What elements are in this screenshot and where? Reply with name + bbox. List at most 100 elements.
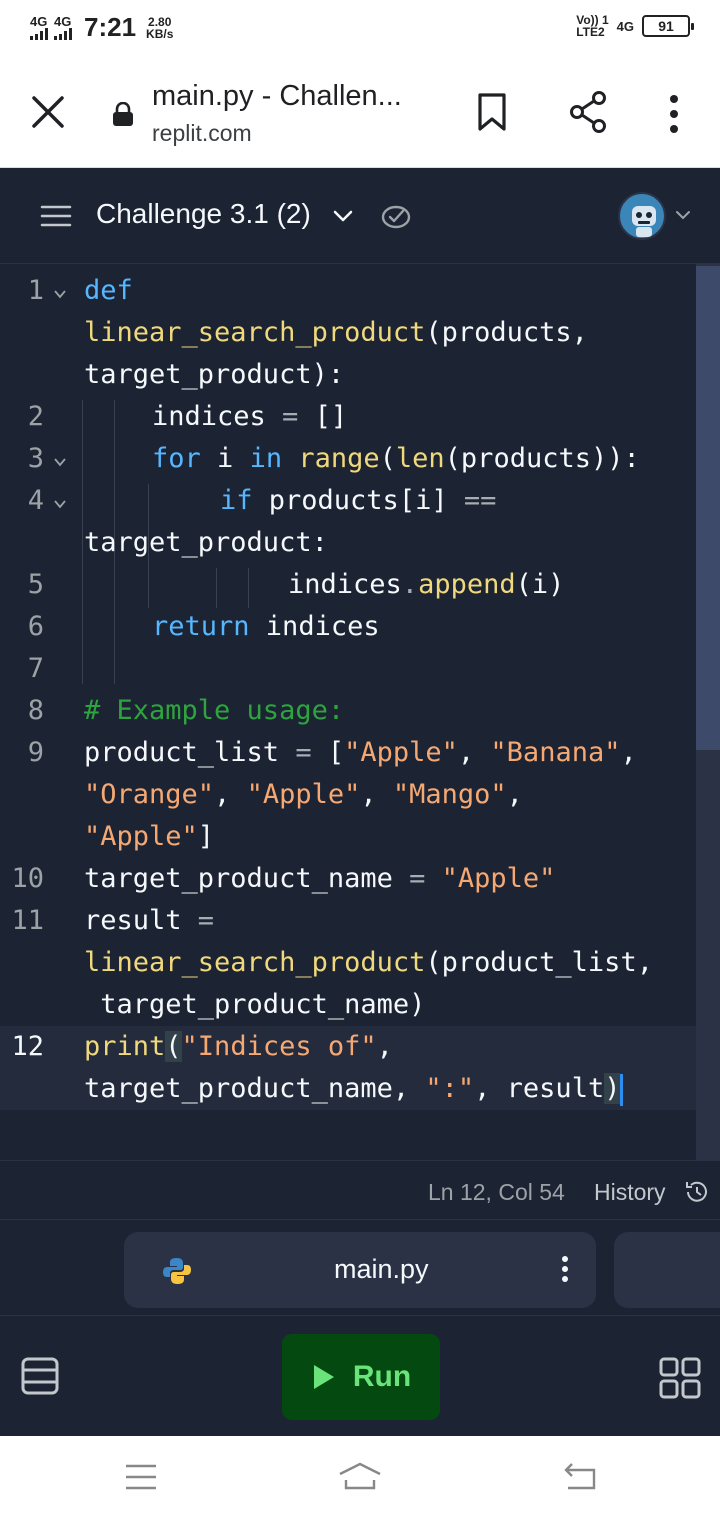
network-speed-unit: KB/s (146, 26, 174, 41)
share-icon[interactable] (568, 90, 608, 134)
code-editor[interactable]: 1 def linear_search_product(products, ta… (0, 264, 720, 1160)
code-text: for i in range(len(products)): (152, 443, 640, 474)
home-icon[interactable] (336, 1460, 384, 1492)
browser-toolbar: main.py - Challen... replit.com (0, 58, 720, 168)
lock-icon[interactable] (112, 102, 134, 126)
line-number: 7 (27, 653, 44, 684)
code-line[interactable]: linear_search_product(product_list, (0, 942, 696, 984)
text-cursor (620, 1073, 624, 1106)
chevron-down-icon[interactable] (674, 208, 692, 222)
network-type-label: 4G (54, 14, 72, 29)
line-number: 5 (27, 569, 44, 600)
code-text: target_product): (84, 359, 345, 390)
avatar[interactable] (618, 192, 666, 240)
chevron-down-icon[interactable] (332, 208, 354, 224)
volte-indicator: Vo)) 1 LTE2 (576, 14, 608, 38)
run-button[interactable]: Run (282, 1334, 440, 1420)
editor-status-bar: Ln 12, Col 54 History (0, 1160, 720, 1220)
lte-label: LTE2 (576, 25, 605, 39)
layout-icon[interactable] (20, 1356, 60, 1396)
code-text: linear_search_product(products, (84, 317, 588, 348)
signal-indicator-1: 4G (30, 15, 48, 40)
signal-bars-icon (54, 28, 72, 40)
code-text: if products[i] == (220, 485, 497, 516)
code-line[interactable]: 7 (0, 648, 696, 690)
code-text: result = (84, 905, 215, 936)
file-tab-bar: main.py (0, 1220, 720, 1316)
line-number: 2 (27, 401, 44, 432)
signal-bars-icon (30, 28, 48, 40)
history-button[interactable]: History (594, 1179, 666, 1206)
line-number: 10 (11, 863, 44, 894)
code-line[interactable]: 5 indices.append(i) (0, 564, 696, 606)
code-line[interactable]: 8 # Example usage: (0, 690, 696, 732)
fold-chevron-icon[interactable] (52, 288, 68, 300)
code-text: linear_search_product(product_list, (84, 947, 653, 978)
code-text: product_list = ["Apple", "Banana", (84, 737, 637, 768)
line-number: 4 (27, 485, 44, 516)
code-line[interactable]: target_product: (0, 522, 696, 564)
page-domain[interactable]: replit.com (152, 120, 252, 147)
code-line[interactable]: 1 def (0, 270, 696, 312)
repl-header: Challenge 3.1 (2) (0, 168, 720, 264)
code-text: target_product_name) (84, 989, 426, 1020)
close-icon[interactable] (30, 94, 66, 130)
code-line[interactable]: 2 indices = [] (0, 396, 696, 438)
play-icon (313, 1365, 334, 1389)
code-line[interactable]: 11 result = (0, 900, 696, 942)
code-line[interactable]: "Apple"] (0, 816, 696, 858)
code-line[interactable]: 6 return indices (0, 606, 696, 648)
code-line-active[interactable]: 12 print("Indices of", (0, 1026, 696, 1068)
line-number: 12 (11, 1031, 44, 1062)
recent-apps-icon[interactable] (124, 1462, 158, 1492)
code-line[interactable]: 3 for i in range(len(products)): (0, 438, 696, 480)
code-text: return indices (152, 611, 380, 642)
line-number: 9 (27, 737, 44, 768)
more-vertical-icon[interactable] (558, 1254, 572, 1284)
code-line[interactable]: 9 product_list = ["Apple", "Banana", (0, 732, 696, 774)
repl-name[interactable]: Challenge 3.1 (2) (96, 198, 311, 230)
back-icon[interactable] (562, 1462, 598, 1492)
code-line[interactable]: 4 if products[i] == (0, 480, 696, 522)
system-navigation-bar (0, 1436, 720, 1520)
line-number: 1 (27, 275, 44, 306)
battery-level: 91 (658, 18, 674, 34)
network-type-label: 4G (30, 14, 48, 29)
code-text: target_product_name, ":", result) (84, 1068, 624, 1110)
code-text: target_product_name = "Apple" (84, 863, 556, 894)
python-icon (163, 1258, 191, 1284)
bottom-toolbar: Run (0, 1316, 720, 1436)
file-tab-label: main.py (334, 1254, 429, 1284)
network-type-label: 4G (616, 18, 634, 34)
editor-scrollbar-thumb[interactable] (696, 266, 720, 750)
code-line[interactable]: 10 target_product_name = "Apple" (0, 858, 696, 900)
code-line[interactable]: "Orange", "Apple", "Mango", (0, 774, 696, 816)
cloud-check-icon[interactable] (380, 202, 412, 230)
fold-chevron-icon[interactable] (52, 456, 68, 468)
code-text: indices = [] (152, 401, 348, 432)
signal-indicator-2: 4G (54, 15, 72, 40)
run-label: Run (352, 1360, 412, 1393)
history-icon[interactable] (684, 1179, 710, 1205)
network-speed: 2.80 KB/s (146, 16, 173, 40)
code-text: "Apple"] (84, 821, 215, 852)
status-bar: 4G 4G 7:21 2.80 KB/s Vo)) 1 LTE2 4G 91 (0, 0, 720, 58)
code-text: indices.append(i) (288, 569, 565, 600)
code-line[interactable]: linear_search_product(products, (0, 312, 696, 354)
network-speed-value: 2.80 (148, 14, 172, 29)
fold-chevron-icon[interactable] (52, 498, 68, 510)
code-text: print("Indices of", (84, 1031, 393, 1062)
cursor-position[interactable]: Ln 12, Col 54 (428, 1179, 565, 1206)
menu-icon[interactable] (40, 205, 72, 227)
code-line[interactable]: target_product_name) (0, 984, 696, 1026)
battery-icon: 91 (642, 15, 694, 37)
code-text: target_product: (84, 527, 328, 558)
code-line[interactable]: target_product): (0, 354, 696, 396)
bookmark-icon[interactable] (476, 92, 508, 132)
tools-grid-icon[interactable] (658, 1356, 702, 1400)
more-vertical-icon[interactable] (662, 94, 686, 134)
file-tab-next[interactable] (614, 1232, 720, 1308)
code-text: def (84, 275, 133, 306)
code-line-active[interactable]: target_product_name, ":", result) (0, 1068, 696, 1110)
page-title[interactable]: main.py - Challen... (152, 80, 432, 113)
